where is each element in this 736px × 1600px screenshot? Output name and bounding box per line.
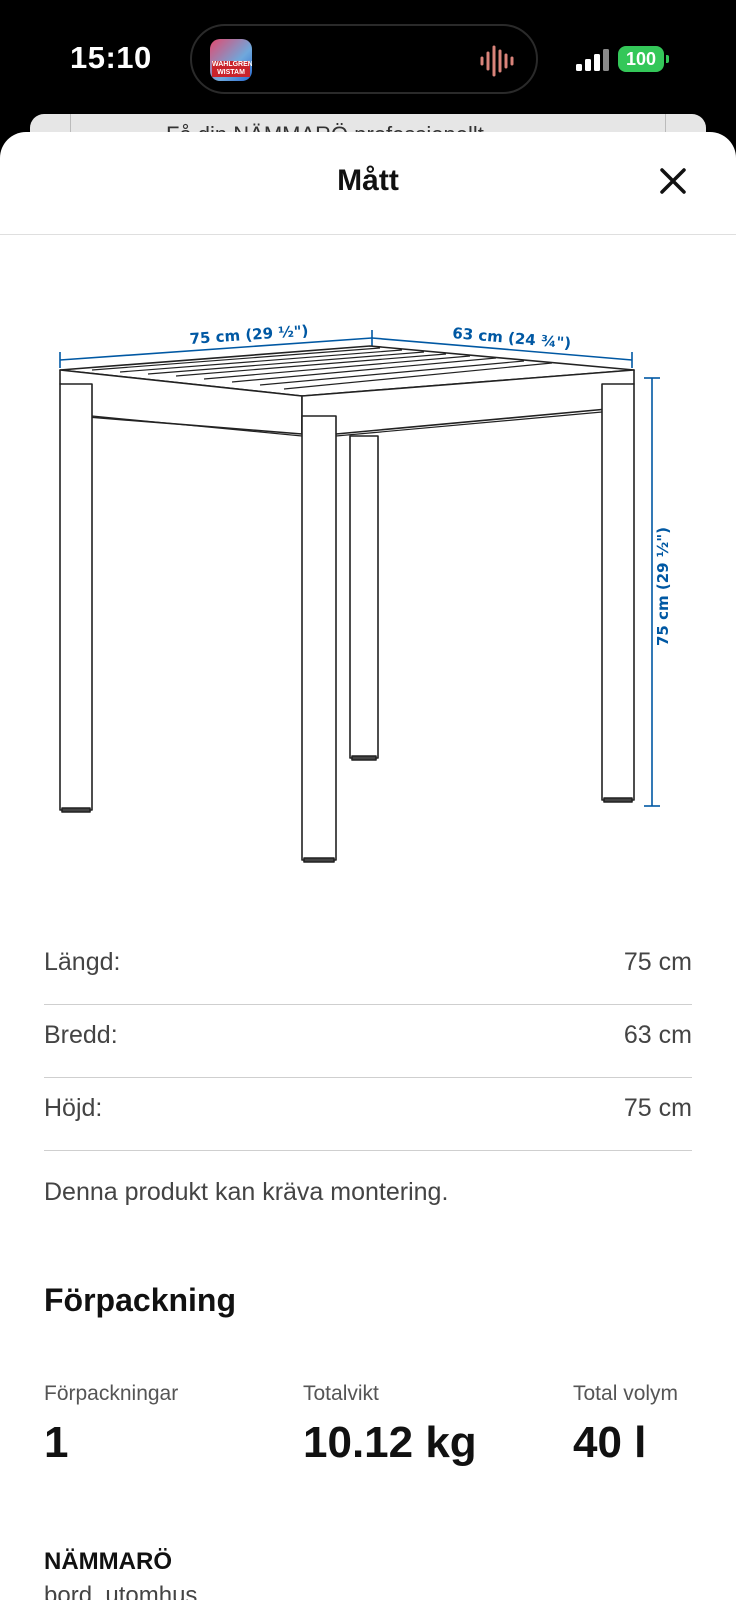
status-bar: 15:10 WAHLGREN WISTAM 100 — [0, 0, 736, 120]
podcast-app-icon: WAHLGREN WISTAM — [210, 39, 252, 81]
assembly-note: Denna produkt kan kräva montering. — [44, 1178, 449, 1206]
sheet-title: Mått — [337, 164, 399, 197]
height-dimension-label: 75 cm (29 ½") — [654, 527, 672, 646]
packaging-volume-label: Total volym — [573, 1382, 679, 1405]
battery-indicator: 100 — [618, 46, 669, 72]
dynamic-island[interactable]: WAHLGREN WISTAM — [190, 24, 538, 94]
packaging-volume: Total volym 40 l — [573, 1382, 678, 1468]
dimension-label: Höjd: — [44, 1094, 103, 1122]
close-icon[interactable] — [650, 158, 696, 204]
signal-strength-icon — [576, 49, 609, 71]
packaging-count-value: 1 — [44, 1418, 69, 1467]
sheet-header: Mått — [0, 132, 736, 235]
audio-waveform-icon — [480, 45, 514, 77]
dimension-row: Längd: 75 cm — [44, 932, 692, 1005]
screen: 15:10 WAHLGREN WISTAM 100 Mått 75 cm (29… — [0, 0, 736, 1600]
dimension-label: Bredd: — [44, 1021, 118, 1049]
table-dimension-illustration: 75 cm (29 ½") 63 cm (24 ¾") 75 cm (29 ½"… — [59, 322, 672, 863]
packaging-weight: Totalvikt 10.12 kg — [303, 1382, 477, 1468]
dimensions-list: Längd: 75 cm Bredd: 63 cm Höjd: 75 cm — [44, 932, 692, 1151]
product-type: bord, utomhus — [44, 1582, 198, 1600]
dimension-value: 63 cm — [623, 1021, 692, 1049]
packaging-volume-value: 40 l — [573, 1418, 647, 1467]
packaging-count-label: Förpackningar — [44, 1382, 179, 1405]
dimension-row: Bredd: 63 cm — [44, 1005, 692, 1078]
status-time: 15:10 — [70, 40, 152, 75]
packaging-weight-label: Totalvikt — [303, 1382, 379, 1405]
depth-dimension-label: 63 cm (24 ¾") — [452, 324, 572, 352]
dimension-row: Höjd: 75 cm — [44, 1078, 692, 1151]
product-name: NÄMMARÖ — [44, 1548, 172, 1575]
podcast-app-label: WAHLGREN WISTAM — [212, 61, 252, 77]
dimension-label: Längd: — [44, 948, 121, 976]
packaging-weight-value: 10.12 kg — [303, 1418, 477, 1467]
dimension-value: 75 cm — [623, 948, 692, 976]
dimension-value: 75 cm — [623, 1094, 692, 1122]
dimensions-sheet: Mått 75 cm (29 ½") 63 cm (24 ¾") 75 cm (… — [0, 132, 736, 1600]
packaging-count: Förpackningar 1 — [44, 1382, 178, 1468]
packaging-heading: Förpackning — [44, 1282, 237, 1318]
